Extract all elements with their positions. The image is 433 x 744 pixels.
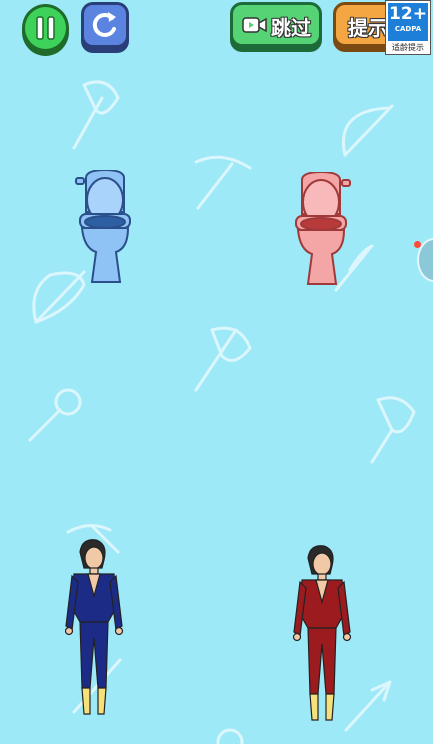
hint-label: 提示: [348, 16, 388, 40]
ring-watermark-icon: [216, 728, 244, 744]
game-scene: 跳过 提示 12+ CADPA 适龄提示: [0, 0, 433, 744]
key-watermark-icon: [28, 388, 82, 442]
axe2-watermark-icon: [194, 326, 252, 392]
skip-label: 跳过: [271, 16, 311, 40]
age-rating-badge: 12+ CADPA 适龄提示: [385, 0, 431, 55]
age-rating-number: 12+: [389, 4, 427, 24]
notification-dot: [414, 241, 421, 248]
red-character[interactable]: [290, 544, 354, 724]
blue-character[interactable]: [62, 538, 126, 718]
pickaxe-watermark-icon: [194, 155, 252, 210]
age-rating-org: CADPA: [394, 25, 422, 33]
restart-button[interactable]: [81, 2, 129, 48]
age-rating-caption: 适龄提示: [392, 43, 424, 52]
pause-icon: [36, 16, 55, 40]
bow-watermark-icon: [342, 104, 394, 157]
age-rating-box: 12+ CADPA: [388, 3, 428, 41]
axe-watermark-icon: [72, 80, 120, 150]
pink-toilet[interactable]: [290, 172, 352, 292]
skip-button[interactable]: 跳过: [230, 2, 322, 47]
cleaver-watermark-icon: [370, 396, 416, 464]
video-icon: [242, 17, 267, 33]
pause-button[interactable]: [22, 4, 69, 52]
restart-icon: [92, 12, 116, 37]
blue-toilet[interactable]: [74, 170, 136, 290]
